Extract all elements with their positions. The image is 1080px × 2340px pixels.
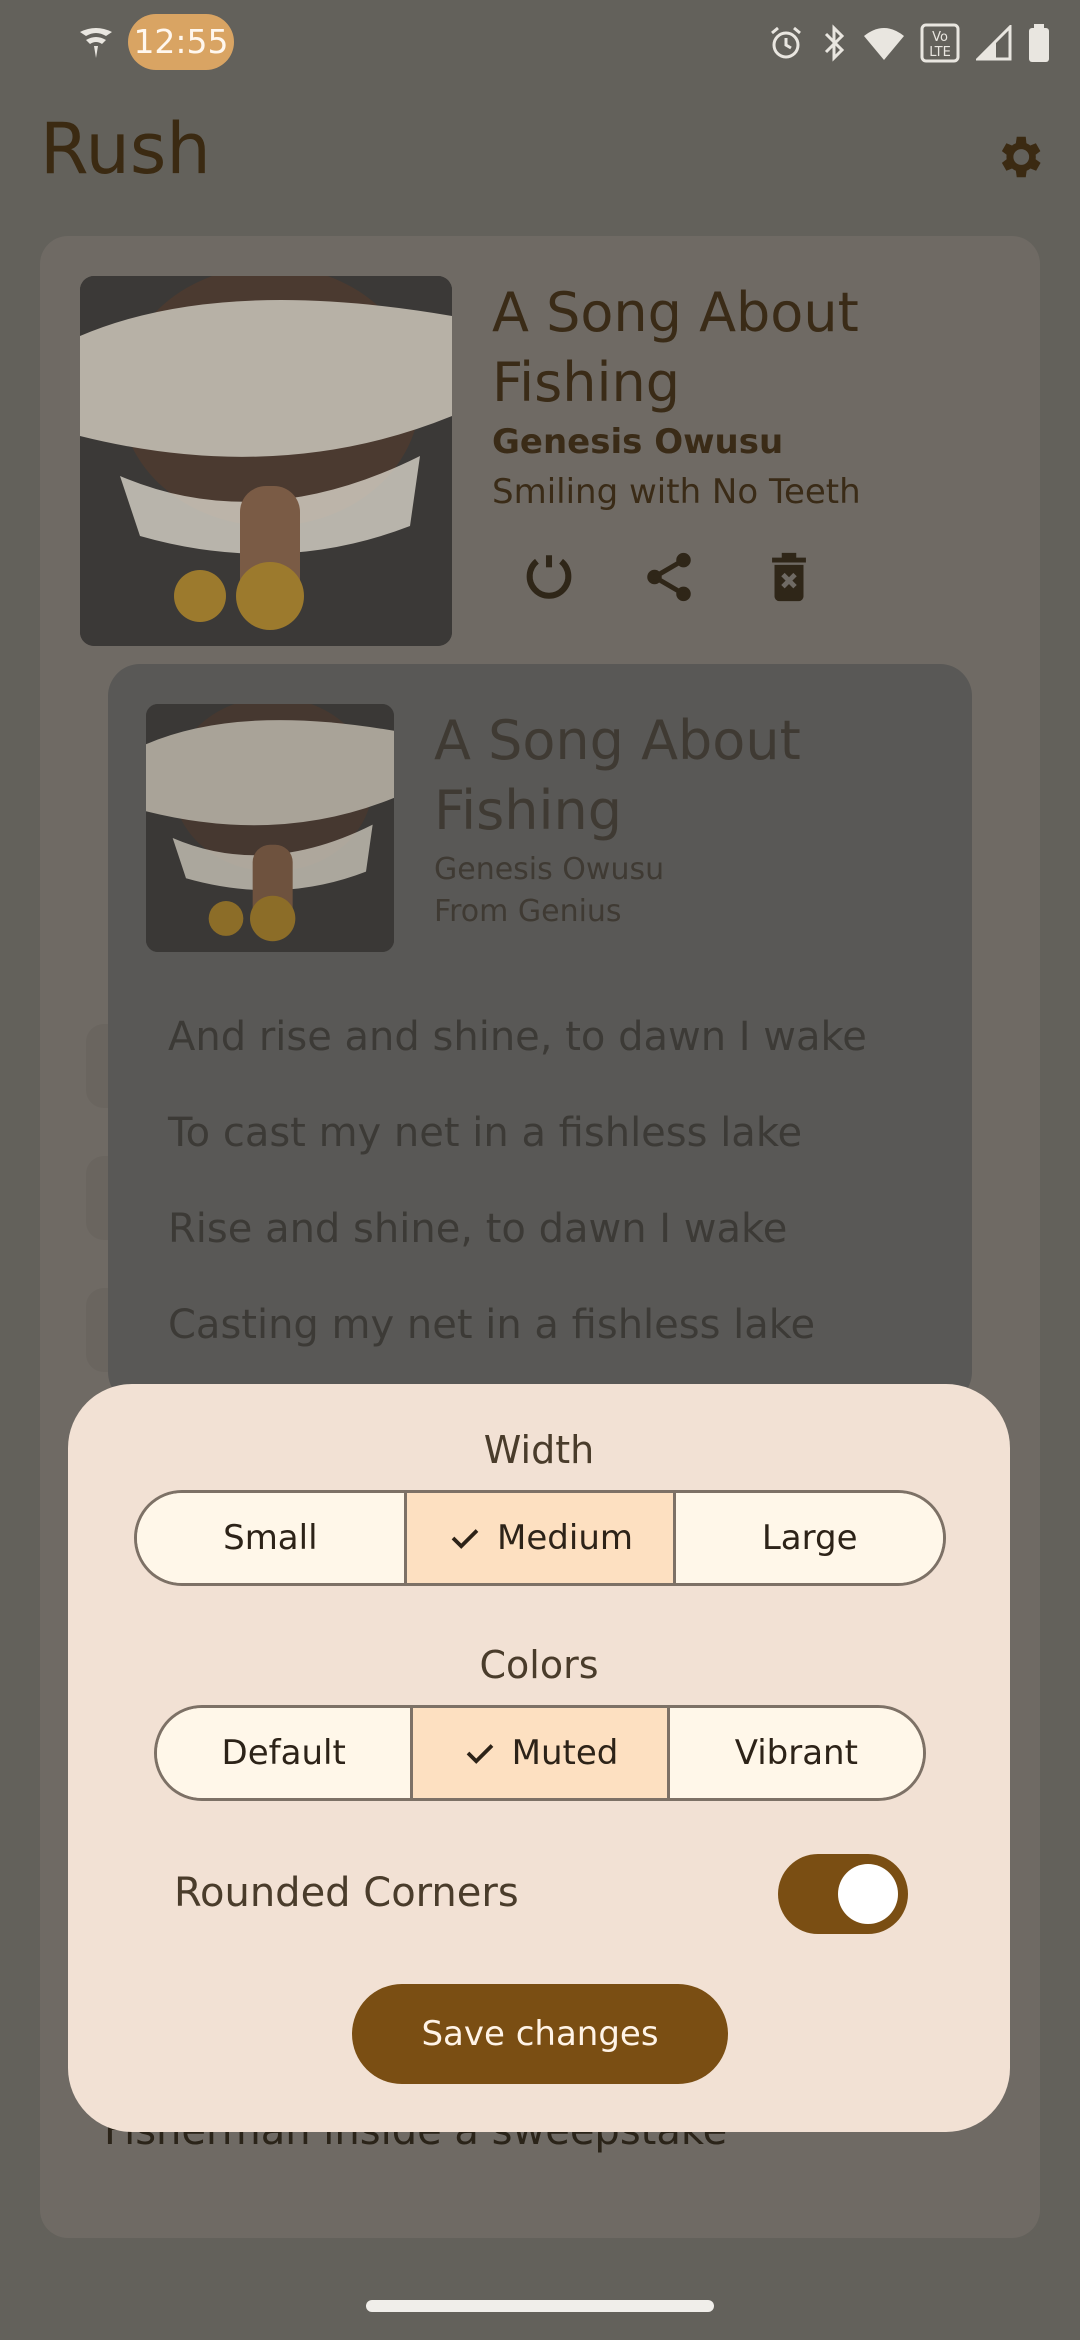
app-title: Rush <box>40 108 211 190</box>
width-option-medium[interactable]: Medium <box>406 1493 677 1583</box>
width-selector: Small Medium Large <box>134 1490 946 1586</box>
svg-text:LTE: LTE <box>929 45 951 60</box>
width-option-large[interactable]: Large <box>676 1493 943 1583</box>
delete-icon[interactable] <box>760 548 818 606</box>
save-changes-button[interactable]: Save changes <box>352 1984 728 2084</box>
width-option-small[interactable]: Small <box>137 1493 407 1583</box>
app-notification-icon <box>80 28 112 58</box>
share-icon[interactable] <box>640 548 698 606</box>
colors-label: Colors <box>479 1643 599 1687</box>
lyric-line: To cast my net in a fishless lake <box>168 1110 803 1156</box>
status-bar: 12:55 Vo LTE <box>0 0 1080 86</box>
lyrics-timer-icon[interactable] <box>520 548 578 606</box>
song-title: A Song About Fishing <box>492 281 859 414</box>
home-indicator[interactable] <box>366 2300 714 2312</box>
color-option-vibrant[interactable]: Vibrant <box>669 1708 923 1798</box>
bluetooth-icon <box>824 24 845 62</box>
lyrics-artist: Genesis Owusu <box>434 852 665 887</box>
lyric-line: And rise and shine, to dawn I wake <box>168 1014 867 1060</box>
width-label: Width <box>483 1428 595 1472</box>
check-icon <box>451 1529 479 1549</box>
volte-icon: VoLTE <box>920 23 960 63</box>
color-option-default[interactable]: Default <box>157 1708 414 1798</box>
settings-gear-icon[interactable] <box>992 130 1046 184</box>
rounded-corners-toggle[interactable] <box>778 1854 908 1934</box>
status-time: 12:55 <box>128 14 234 70</box>
battery-icon <box>1029 24 1049 62</box>
lyrics-source: From Genius <box>434 894 622 929</box>
toggle-knob <box>838 1864 898 1924</box>
signal-icon <box>976 25 1012 61</box>
lyrics-song-title: A Song About Fishing <box>434 709 801 842</box>
lyric-line: Casting my net in a fishless lake <box>168 1302 816 1348</box>
album-art <box>80 276 452 646</box>
color-option-muted[interactable]: Muted <box>413 1708 670 1798</box>
check-icon <box>466 1744 493 1764</box>
lyric-line: Rise and shine, to dawn I wake <box>168 1206 788 1252</box>
status-icons: Vo LTE <box>768 18 1050 68</box>
colors-selector: Default Muted Vibrant <box>154 1705 926 1801</box>
alarm-icon <box>771 26 801 59</box>
rounded-corners-label: Rounded Corners <box>174 1870 519 1916</box>
svg-text:Vo: Vo <box>932 30 948 45</box>
album-art-small <box>146 704 394 952</box>
wifi-icon <box>864 28 904 60</box>
artist-name: Genesis Owusu <box>492 422 784 462</box>
album-name: Smiling with No Teeth <box>492 472 861 512</box>
